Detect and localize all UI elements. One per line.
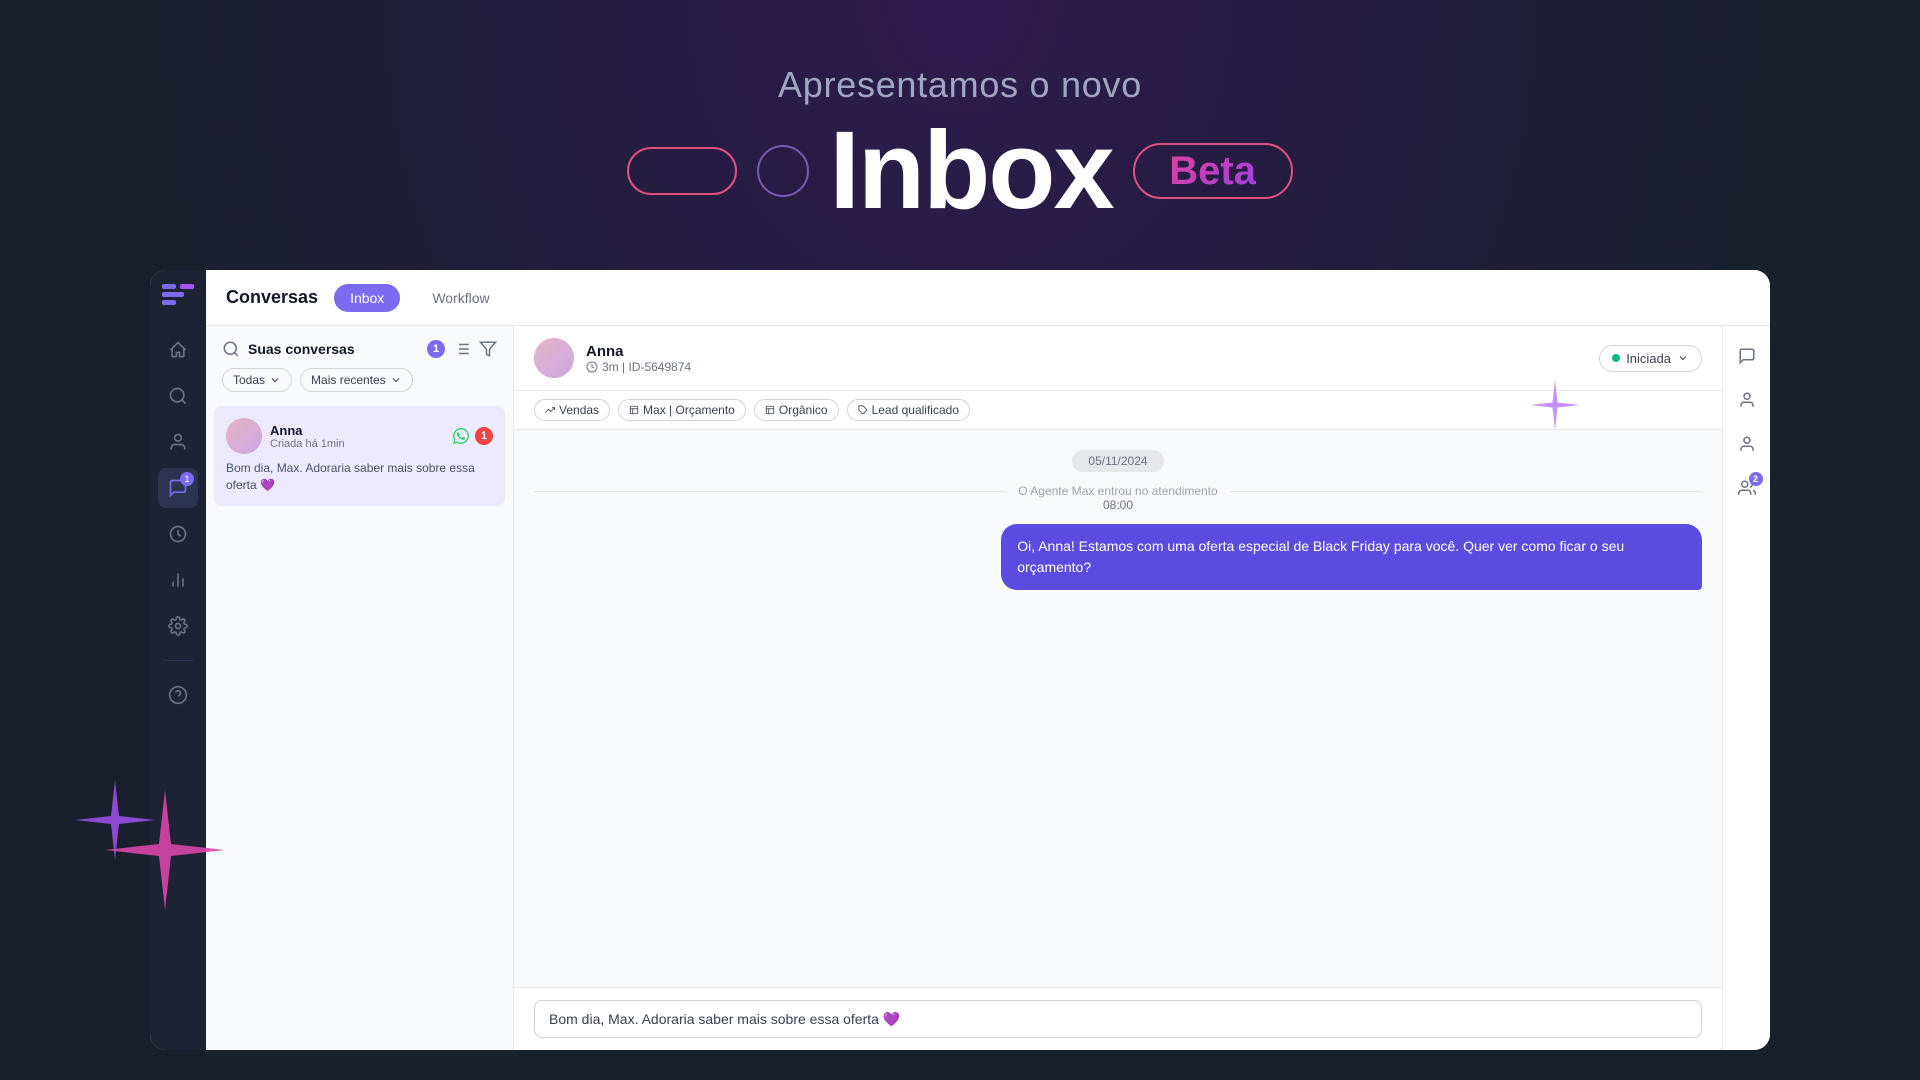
app-window: 1 — [150, 270, 1770, 1050]
system-line: O Agente Max entrou no atendimento — [534, 484, 1702, 498]
conversations-panel: Suas conversas 1 Todas — [206, 326, 514, 1050]
conv-contact-info: Anna Criada há 1min — [270, 423, 345, 450]
chat-meta: 3m | ID-5649874 — [586, 360, 1587, 374]
sparkle-decoration-right — [1530, 380, 1580, 430]
panels-container: Suas conversas 1 Todas — [206, 326, 1770, 1050]
conv-panel-title: Suas conversas — [248, 341, 419, 357]
conv-filter-icon[interactable] — [479, 340, 497, 358]
tag-organico-label: Orgânico — [779, 403, 828, 417]
avatar-image — [226, 418, 262, 454]
tag-vendas[interactable]: Vendas — [534, 399, 610, 421]
sidebar-item-search[interactable] — [158, 376, 198, 416]
right-badge: 2 — [1749, 472, 1763, 486]
whatsapp-icon — [453, 428, 469, 444]
hero-pill-decoration-2 — [757, 145, 809, 197]
conversation-item[interactable]: Anna Criada há 1min 1 Bom — [214, 406, 505, 506]
tab-inbox[interactable]: Inbox — [334, 284, 400, 312]
avatar — [226, 418, 262, 454]
sidebar-nav: 1 — [158, 330, 198, 1036]
chat-contact-name: Anna — [586, 343, 1587, 360]
chat-header-info: Anna 3m | ID-5649874 — [586, 343, 1587, 374]
hero-beta-label: Beta — [1169, 149, 1256, 194]
chat-input[interactable] — [534, 1000, 1702, 1038]
conv-filters-row: Todas Mais recentes — [206, 368, 513, 402]
top-nav: Conversas Inbox Workflow — [206, 270, 1770, 326]
system-text: O Agente Max entrou no atendimento — [1018, 484, 1217, 498]
hero-beta-pill: Beta — [1133, 143, 1293, 199]
chat-meta-text: 3m | ID-5649874 — [602, 360, 691, 374]
hero-title: Inbox — [829, 116, 1112, 226]
inbox-badge: 1 — [180, 472, 194, 486]
tab-workflow[interactable]: Workflow — [416, 284, 505, 312]
conv-item-right: 1 — [453, 427, 493, 445]
tag-organico[interactable]: Orgânico — [754, 399, 839, 421]
chat-avatar-image — [534, 338, 574, 378]
chat-status-label: Iniciada — [1626, 351, 1671, 366]
conv-search-icon[interactable] — [222, 340, 240, 358]
filter-recent[interactable]: Mais recentes — [300, 368, 413, 392]
conv-item-header: Anna Criada há 1min 1 — [226, 418, 493, 454]
system-message: O Agente Max entrou no atendimento 08:00 — [534, 484, 1702, 512]
sidebar-item-clock[interactable] — [158, 514, 198, 554]
chat-input-area — [514, 987, 1722, 1050]
conv-count-badge: 1 — [427, 340, 445, 358]
sidebar-item-contacts[interactable] — [158, 422, 198, 462]
right-panel-chat[interactable] — [1729, 338, 1765, 374]
chat-messages: 05/11/2024 O Agente Max entrou no atendi… — [514, 430, 1722, 987]
sidebar-item-home[interactable] — [158, 330, 198, 370]
sidebar-item-settings[interactable] — [158, 606, 198, 646]
chat-contact-avatar — [534, 338, 574, 378]
right-panel-team[interactable]: 2 — [1729, 470, 1765, 506]
tag-vendas-label: Vendas — [559, 403, 599, 417]
conv-contact-name: Anna — [270, 423, 345, 438]
date-pill: 05/11/2024 — [1072, 450, 1163, 472]
filter-all[interactable]: Todas — [222, 368, 292, 392]
conv-message-preview: Bom dia, Max. Adoraria saber mais sobre … — [226, 460, 493, 494]
conv-item-left: Anna Criada há 1min — [226, 418, 345, 454]
app-logo[interactable] — [162, 284, 194, 310]
tag-orcamento-label: Max | Orçamento — [643, 403, 735, 417]
sidebar-item-analytics[interactable] — [158, 560, 198, 600]
tag-lead[interactable]: Lead qualificado — [847, 399, 970, 421]
hero-subtitle: Apresentamos o novo — [778, 64, 1142, 106]
date-separator: 05/11/2024 — [534, 450, 1702, 472]
nav-title: Conversas — [226, 287, 318, 308]
conv-unread-badge: 1 — [475, 427, 493, 445]
status-dot — [1612, 354, 1620, 362]
hero-pill-decoration-1 — [627, 147, 737, 195]
conv-created-time: Criada há 1min — [270, 438, 345, 450]
conv-sort-icon[interactable] — [453, 340, 471, 358]
chat-status-button[interactable]: Iniciada — [1599, 345, 1702, 372]
right-panel: 2 — [1722, 326, 1770, 1050]
tag-lead-label: Lead qualificado — [872, 403, 959, 417]
conv-panel-header: Suas conversas 1 — [206, 326, 513, 368]
agent-message: Oi, Anna! Estamos com uma oferta especia… — [1001, 524, 1702, 590]
sidebar-item-help[interactable] — [158, 675, 198, 715]
agent-time: 08:00 — [534, 498, 1702, 512]
sidebar: 1 — [150, 270, 206, 1050]
tag-orcamento[interactable]: Max | Orçamento — [618, 399, 746, 421]
right-panel-contact[interactable] — [1729, 426, 1765, 462]
right-panel-profile[interactable] — [1729, 382, 1765, 418]
hero-section: Apresentamos o novo Inbox Beta — [0, 0, 1920, 290]
sidebar-item-inbox[interactable]: 1 — [158, 468, 198, 508]
sidebar-divider — [163, 660, 193, 661]
chat-panel: Anna 3m | ID-5649874 Iniciada — [514, 326, 1722, 1050]
sparkle-decoration-left-2 — [105, 790, 225, 910]
conv-list: Anna Criada há 1min 1 Bom — [206, 402, 513, 1050]
hero-main-row: Inbox Beta — [627, 116, 1292, 226]
